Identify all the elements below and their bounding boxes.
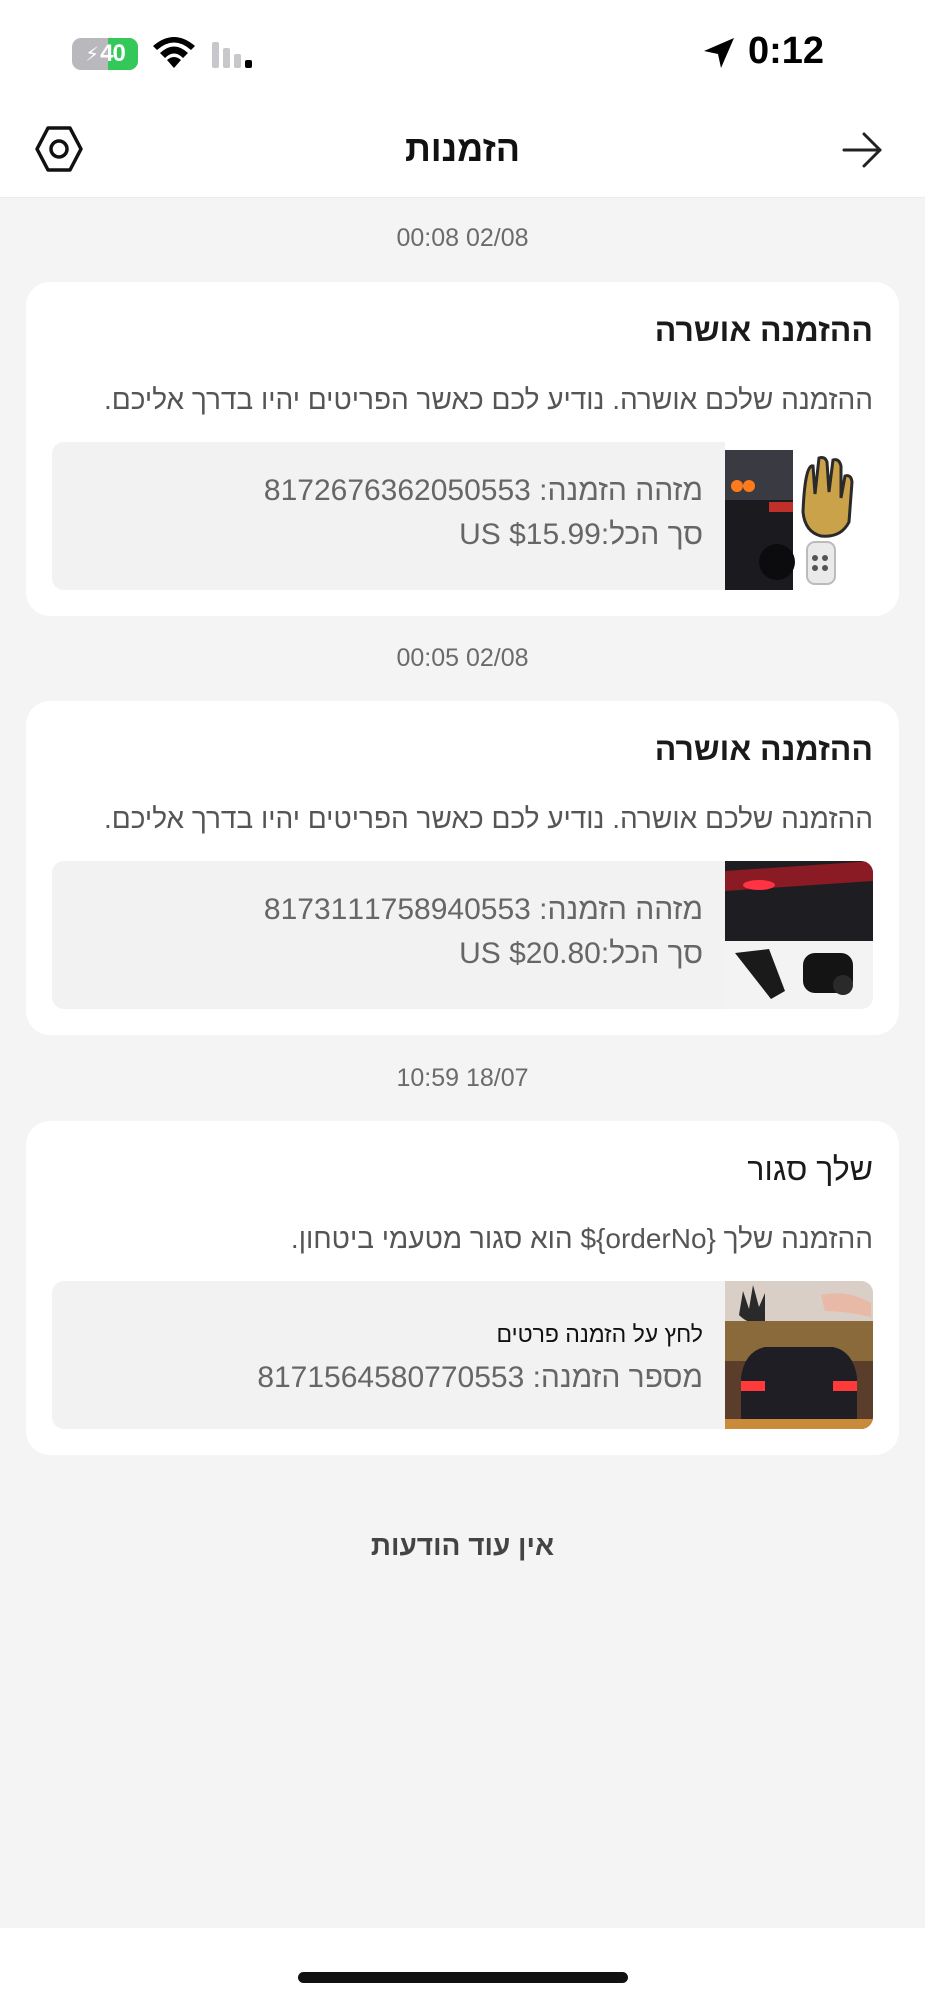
order-summary[interactable]: מזהה הזמנה: 8173111758940553 סך הכל:US $…	[52, 861, 873, 1009]
wifi-icon	[153, 37, 195, 68]
arrow-right-icon[interactable]	[838, 126, 886, 174]
order-number: מספר הזמנה: 8171564580770553	[257, 1361, 703, 1394]
notification-timestamp: 00:08 02/08	[396, 224, 529, 252]
notification-card[interactable]: ההזמנה אושרה ההזמנה שלכם אושרה. נודיע לכ…	[26, 701, 899, 1035]
notification-description: ההזמנה שלכם אושרה. נודיע לכם כאשר הפריטי…	[104, 384, 873, 415]
battery-indicator: ⚡ 40	[72, 38, 138, 70]
header: הזמנות	[0, 110, 925, 198]
notification-title: שלך סגור	[747, 1151, 873, 1187]
notification-card[interactable]: שלך סגור ההזמנה שלך {orderNo}$ הוא סגור …	[26, 1121, 899, 1455]
notification-title: ההזמנה אושרה	[654, 731, 873, 767]
no-more-notifications: אין עוד הודעות	[370, 1530, 555, 1561]
battery-level: 40	[100, 40, 126, 67]
order-id: מזהה הזמנה: 8172676362050553	[263, 474, 703, 507]
product-thumbnail	[725, 861, 873, 1009]
cellular-signal-icon	[212, 42, 252, 68]
notification-description: ההזמנה שלכם אושרה. נודיע לכם כאשר הפריטי…	[104, 803, 873, 834]
charging-bolt-icon: ⚡	[85, 43, 99, 66]
bottom-bar	[0, 1928, 925, 2000]
location-arrow-icon	[704, 38, 734, 68]
order-total: סך הכל:US $20.80	[459, 937, 703, 970]
status-time: 0:12	[748, 30, 825, 72]
order-summary[interactable]: לחץ על הזמנה פרטים מספר הזמנה: 817156458…	[52, 1281, 873, 1429]
product-thumbnail	[725, 442, 873, 590]
order-id: מזהה הזמנה: 8173111758940553	[263, 893, 703, 926]
order-total: סך הכל:US $15.99	[459, 518, 703, 551]
notification-card[interactable]: ההזמנה אושרה ההזמנה שלכם אושרה. נודיע לכ…	[26, 282, 899, 616]
product-thumbnail	[725, 1281, 873, 1429]
order-details-hint: לחץ על הזמנה פרטים	[496, 1321, 703, 1347]
notification-timestamp: 10:59 18/07	[396, 1064, 529, 1092]
notification-timestamp: 00:05 02/08	[396, 644, 529, 672]
page-title: הזמנות	[404, 128, 521, 169]
home-indicator[interactable]	[298, 1972, 628, 1983]
status-bar: ⚡ 40 0:12	[0, 0, 925, 110]
notification-description: ההזמנה שלך {orderNo}$ הוא סגור מטעמי ביט…	[290, 1223, 873, 1254]
order-summary[interactable]: מזהה הזמנה: 8172676362050553 סך הכל:US $…	[52, 442, 873, 590]
notification-title: ההזמנה אושרה	[654, 312, 873, 348]
